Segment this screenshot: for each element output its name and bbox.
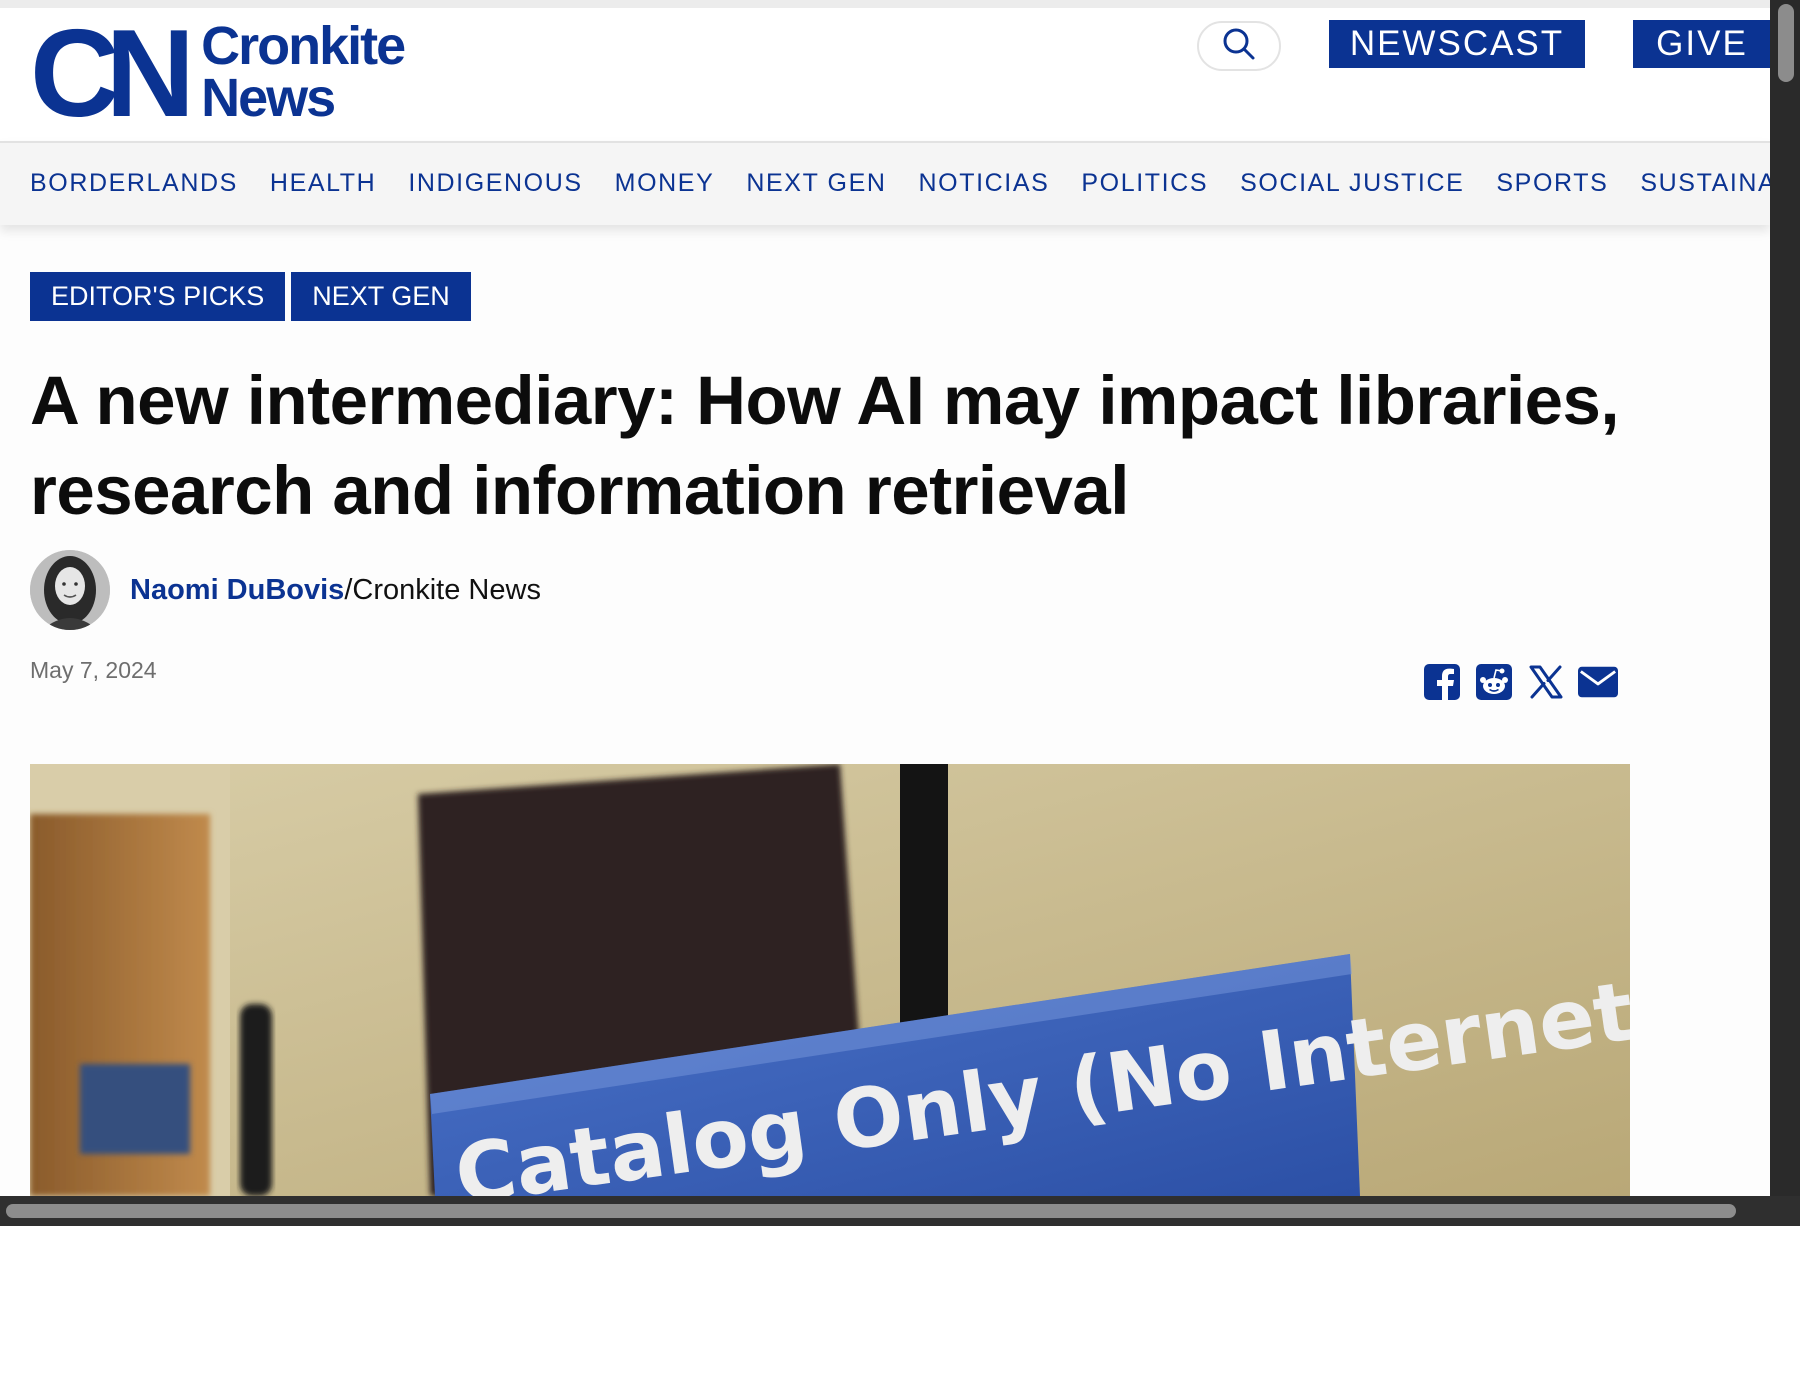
nav-item-politics[interactable]: POLITICS: [1081, 169, 1208, 198]
tag-next-gen[interactable]: NEXT GEN: [291, 272, 471, 321]
nav-item-noticias[interactable]: NOTICIAS: [919, 169, 1050, 198]
search-icon: [1222, 27, 1256, 66]
horizontal-scrollbar[interactable]: [0, 1196, 1800, 1226]
byline-text: Naomi DuBovis/Cronkite News: [130, 574, 541, 607]
horizontal-scrollbar-thumb[interactable]: [6, 1204, 1736, 1218]
tag-editor-s-picks[interactable]: EDITOR'S PICKS: [30, 272, 286, 321]
nav-item-indigenous[interactable]: INDIGENOUS: [408, 169, 582, 198]
x-icon[interactable]: [1526, 662, 1566, 702]
reddit-icon[interactable]: [1474, 662, 1514, 702]
article-headline: A new intermediary: How AI may impact li…: [30, 362, 1620, 529]
nav-item-borderlands[interactable]: BORDERLANDS: [30, 169, 238, 198]
byline-outlet: /Cronkite News: [344, 573, 541, 606]
cronkite-news-logo[interactable]: CN Cronkite News: [30, 5, 406, 143]
email-icon[interactable]: [1578, 662, 1618, 702]
site-header: CN Cronkite News NEWSCAST GIVE: [0, 5, 1771, 143]
vertical-scrollbar-thumb[interactable]: [1778, 4, 1794, 82]
section-nav-list: BORDERLANDS HEALTH INDIGENOUS MONEY NEXT GEN…: [30, 169, 1800, 198]
nav-item-health[interactable]: HEALTH: [270, 169, 376, 198]
author-link[interactable]: Naomi DuBovis: [130, 574, 344, 606]
logo-line-1: Cronkite: [201, 16, 406, 76]
browser-viewport: CN Cronkite News NEWSCAST GIVE BORDERLAN…: [0, 0, 1800, 1226]
give-button[interactable]: GIVE: [1633, 20, 1771, 68]
article-tags: EDITOR'S PICKS NEXT GEN: [30, 272, 477, 321]
logo-mark: CN: [30, 5, 195, 143]
logo-wordmark: Cronkite News: [201, 16, 406, 128]
nav-item-next-gen[interactable]: NEXT GEN: [746, 169, 886, 198]
share-icons: [1422, 662, 1630, 702]
search-button[interactable]: [1197, 21, 1281, 71]
top-strip: [0, 0, 1800, 8]
section-nav: BORDERLANDS HEALTH INDIGENOUS MONEY NEXT GEN…: [0, 141, 1800, 225]
nav-item-social-justice[interactable]: SOCIAL JUSTICE: [1240, 169, 1464, 198]
publish-date: May 7, 2024: [30, 657, 157, 683]
nav-item-sports[interactable]: SPORTS: [1496, 169, 1608, 198]
byline: Naomi DuBovis/Cronkite News: [30, 550, 541, 630]
facebook-icon[interactable]: [1422, 662, 1462, 702]
vertical-scrollbar[interactable]: [1770, 0, 1800, 1226]
hero-image: Catalog Only (No Internet): [30, 764, 1630, 1196]
logo-line-2: News: [201, 68, 336, 128]
author-avatar[interactable]: [30, 550, 110, 630]
nav-item-money[interactable]: MONEY: [615, 169, 715, 198]
newscast-button[interactable]: NEWSCAST: [1329, 20, 1585, 68]
